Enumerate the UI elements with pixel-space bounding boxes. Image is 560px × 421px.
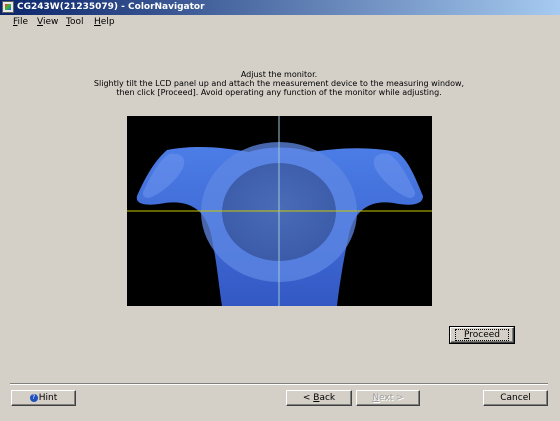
instructions: Adjust the monitor. Slightly tilt the LC… (80, 70, 478, 97)
next-button[interactable]: Next > (356, 390, 420, 406)
monitor-measurement-view (127, 116, 432, 306)
measurement-device-illustration (127, 116, 432, 306)
cancel-label: Cancel (500, 393, 531, 403)
footer-separator (10, 383, 548, 385)
back-label: ack (319, 393, 336, 403)
proceed-button[interactable]: Proceed (449, 326, 515, 344)
proceed-focus-rect: Proceed (454, 329, 510, 341)
menu-tool-label: ool (69, 17, 84, 27)
title-bar[interactable]: CG243W(21235079) - ColorNavigator (0, 0, 560, 15)
menu-bar: File View Tool Help (0, 15, 560, 30)
menu-help[interactable]: Help (94, 17, 115, 28)
instruction-line-2: Slightly tilt the LCD panel up and attac… (93, 79, 465, 88)
proceed-label: roceed (469, 330, 501, 340)
menu-view-label: iew (42, 17, 59, 27)
menu-help-hotkey: H (94, 17, 101, 27)
hint-icon: ? (29, 393, 38, 402)
instruction-heading: Adjust the monitor. (240, 70, 318, 79)
back-prefix: < (302, 393, 314, 403)
window-title: CG243W(21235079) - ColorNavigator (17, 2, 205, 12)
back-button[interactable]: < Back (286, 390, 352, 406)
menu-tool[interactable]: Tool (66, 17, 83, 28)
next-label: ext > (379, 393, 404, 403)
cancel-button[interactable]: Cancel (483, 390, 548, 406)
app-icon[interactable] (2, 1, 14, 13)
hint-label: Hint (38, 393, 58, 403)
menu-file-label: ile (17, 17, 29, 27)
menu-file[interactable]: File (13, 17, 28, 28)
instruction-line-3: then click [Proceed]. Avoid operating an… (116, 88, 442, 97)
menu-view[interactable]: View (37, 17, 58, 28)
hint-button[interactable]: ? Hint (11, 390, 76, 406)
menu-help-label: elp (100, 17, 115, 27)
